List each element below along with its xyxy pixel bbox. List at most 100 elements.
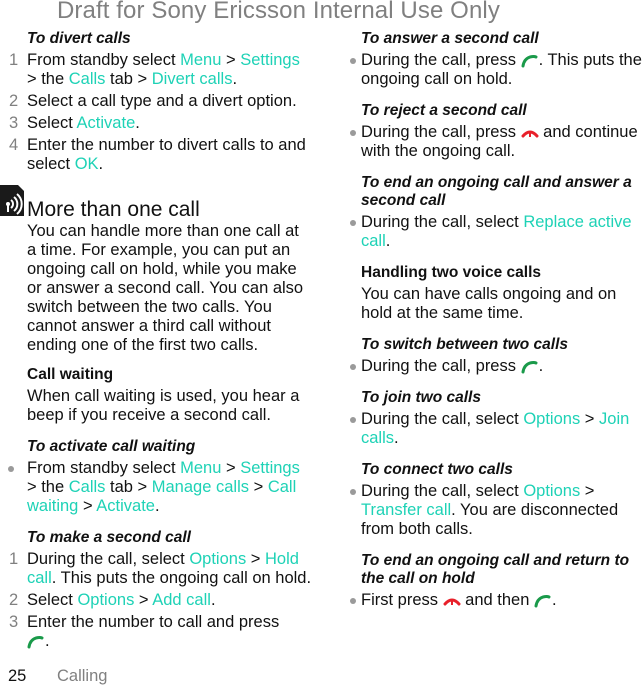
left-column: To divert calls 1 From standby select Me… bbox=[0, 28, 320, 651]
heading-make-second-call: To make a second call bbox=[27, 529, 191, 546]
text: . bbox=[135, 114, 140, 132]
link-options[interactable]: Options bbox=[77, 591, 134, 609]
step: 1 During the call, select Options > Hold… bbox=[0, 550, 320, 588]
bullet-icon bbox=[350, 364, 356, 370]
heading-reject-second-call: To reject a second call bbox=[361, 102, 527, 119]
text: From standby select bbox=[27, 51, 181, 69]
text: and then bbox=[460, 591, 534, 609]
step-number: 4 bbox=[9, 136, 19, 154]
link-add-call[interactable]: Add call bbox=[152, 591, 211, 609]
link-menu[interactable]: Menu bbox=[180, 459, 221, 477]
text: > bbox=[221, 51, 241, 69]
right-column: To answer a second call During the call,… bbox=[342, 28, 643, 610]
step-number: 3 bbox=[9, 114, 19, 132]
link-options[interactable]: Options bbox=[523, 482, 580, 500]
bullet-icon bbox=[350, 598, 356, 604]
text: During the call, select bbox=[361, 213, 524, 231]
link-options[interactable]: Options bbox=[523, 410, 580, 428]
link-manage-calls[interactable]: Manage calls bbox=[152, 478, 249, 496]
call-waiting-text: When call waiting is used, you hear a be… bbox=[27, 387, 300, 424]
chapter-label: Calling bbox=[57, 667, 108, 685]
text: > the bbox=[27, 478, 69, 496]
step: 3 Select Activate. bbox=[0, 114, 320, 133]
heading-handling-two-calls: Handling two voice calls bbox=[361, 264, 542, 281]
heading-activate-call-waiting: To activate call waiting bbox=[27, 438, 196, 455]
link-options[interactable]: Options bbox=[189, 550, 246, 568]
bullet-item: From standby select Menu > Settings > th… bbox=[0, 459, 320, 516]
text: . bbox=[394, 429, 399, 447]
bullet-icon bbox=[350, 417, 356, 423]
text: During the call, select bbox=[361, 410, 524, 428]
section-title: More than one call bbox=[27, 198, 200, 221]
bullet-item: During the call, press and continue with… bbox=[342, 123, 643, 161]
text: . bbox=[45, 632, 50, 650]
make-call-steps: 1 During the call, select Options > Hold… bbox=[0, 550, 320, 651]
bullet-item: During the call, press . This puts the o… bbox=[342, 51, 643, 89]
step-number: 2 bbox=[9, 591, 19, 609]
step: 2 Select Options > Add call. bbox=[0, 591, 320, 610]
text: . This puts the ongoing call on hold. bbox=[51, 569, 312, 587]
section-intro: You can handle more than one call at a t… bbox=[27, 222, 304, 354]
link-transfer-call[interactable]: Transfer call bbox=[361, 501, 451, 519]
bullet-item: During the call, press . bbox=[342, 357, 643, 376]
end-call-key-icon bbox=[521, 130, 539, 138]
text: From standby select bbox=[27, 459, 181, 477]
link-settings[interactable]: Settings bbox=[240, 51, 300, 69]
call-key-icon bbox=[521, 55, 538, 68]
network-signal-icon bbox=[0, 185, 24, 216]
link-menu[interactable]: Menu bbox=[180, 51, 221, 69]
step-number: 2 bbox=[9, 92, 19, 110]
step-text: Select a call type and a divert option. bbox=[27, 92, 297, 110]
text: . bbox=[210, 591, 216, 609]
link-calls[interactable]: Calls bbox=[69, 70, 106, 88]
bullet-icon bbox=[8, 466, 14, 472]
bullet-item: During the call, select Options > Transf… bbox=[342, 482, 643, 539]
step: 1 From standby select Menu > Settings > … bbox=[0, 51, 320, 89]
bullet-item: During the call, select Options > Join c… bbox=[342, 410, 643, 448]
divert-steps: 1 From standby select Menu > Settings > … bbox=[0, 51, 320, 174]
link-activate[interactable]: Activate bbox=[77, 114, 136, 132]
link-divert-calls[interactable]: Divert calls bbox=[152, 70, 233, 88]
text: Enter the number to call and press bbox=[27, 613, 280, 631]
text: . bbox=[385, 232, 391, 250]
step-number: 1 bbox=[9, 51, 19, 69]
text: . bbox=[232, 70, 238, 88]
bullet-icon bbox=[350, 489, 356, 495]
bullet-icon bbox=[350, 130, 356, 136]
bullet-item: During the call, select Replace active c… bbox=[342, 213, 643, 251]
link-ok[interactable]: OK bbox=[75, 155, 99, 173]
text: tab > bbox=[105, 478, 152, 496]
heading-answer-second-call: To answer a second call bbox=[361, 30, 539, 47]
heading-connect-calls: To connect two calls bbox=[361, 461, 513, 478]
bullet-item: First press and then . bbox=[342, 591, 643, 610]
page-number: 25 bbox=[8, 667, 27, 685]
step: 2 Select a call type and a divert option. bbox=[0, 92, 320, 111]
text: > bbox=[580, 482, 595, 500]
text: . bbox=[98, 155, 104, 173]
bullet-icon bbox=[350, 58, 356, 64]
text: > the bbox=[27, 70, 69, 88]
end-call-key-icon bbox=[443, 598, 461, 606]
step-number: 1 bbox=[9, 550, 19, 568]
link-calls[interactable]: Calls bbox=[69, 478, 106, 496]
text: During the call, select bbox=[361, 482, 524, 500]
text: . bbox=[552, 591, 557, 609]
link-settings[interactable]: Settings bbox=[240, 459, 300, 477]
heading-switch-calls: To switch between two calls bbox=[361, 336, 568, 353]
text: > bbox=[246, 550, 266, 568]
text: . bbox=[538, 357, 544, 375]
bullet-icon bbox=[350, 220, 356, 226]
text: Select bbox=[27, 114, 77, 132]
link-activate[interactable]: Activate bbox=[96, 497, 155, 515]
heading-divert-calls: To divert calls bbox=[27, 30, 131, 47]
text: During the call, press bbox=[361, 123, 521, 141]
call-key-icon bbox=[27, 636, 44, 649]
text: > bbox=[134, 591, 153, 609]
call-key-icon bbox=[534, 595, 551, 608]
text: During the call, select bbox=[27, 550, 190, 568]
draft-watermark: Draft for Sony Ericsson Internal Use Onl… bbox=[57, 0, 500, 24]
step-number: 3 bbox=[9, 613, 19, 631]
text: . bbox=[154, 497, 160, 515]
text: During the call, press bbox=[361, 357, 521, 375]
text: tab > bbox=[105, 70, 152, 88]
